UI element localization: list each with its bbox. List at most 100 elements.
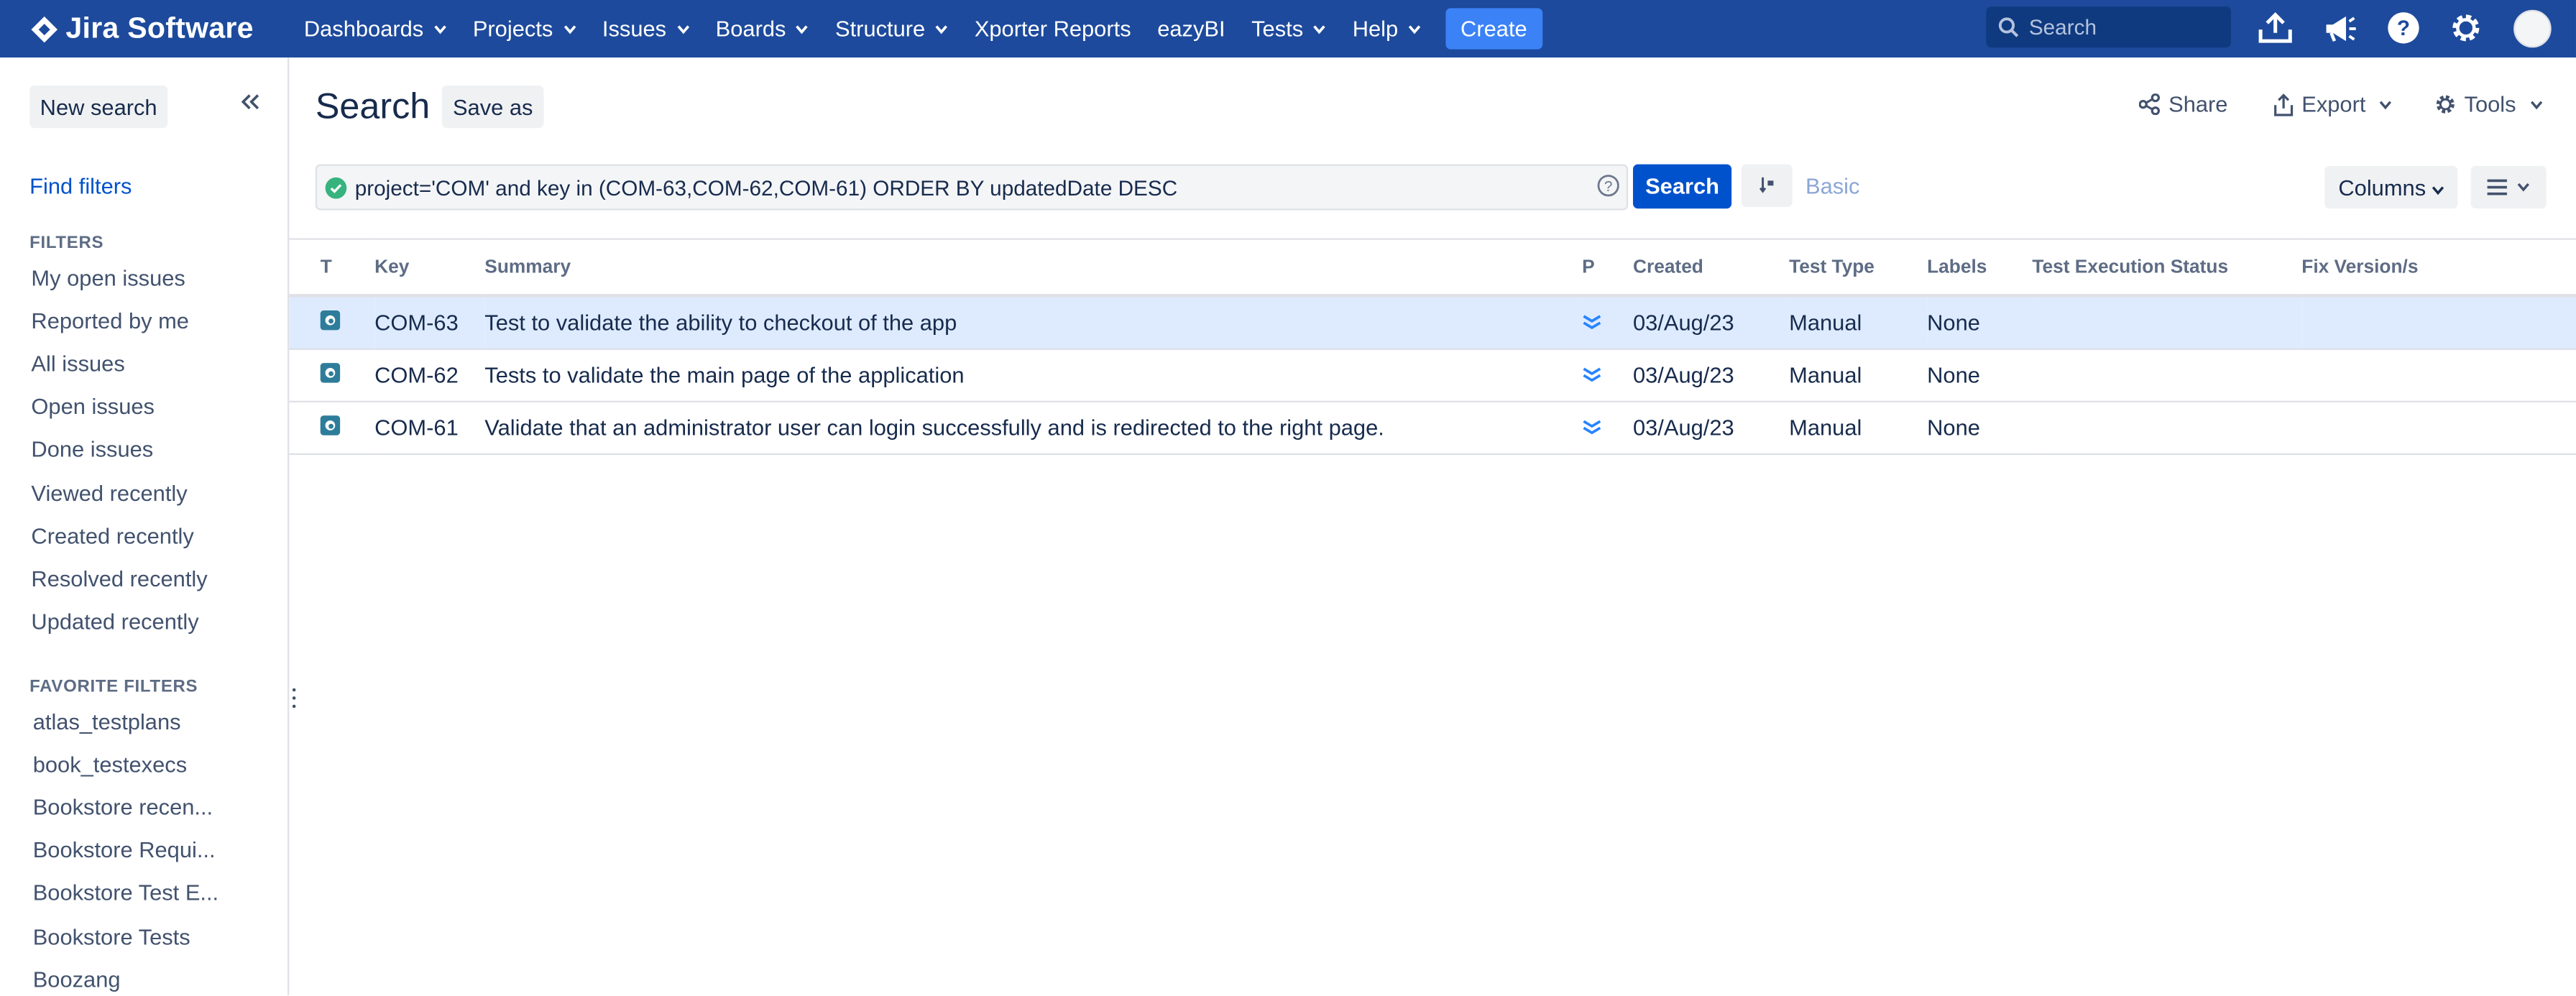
layout-switcher-button[interactable] bbox=[2470, 165, 2547, 209]
nav-tests[interactable]: Tests bbox=[1243, 17, 1335, 41]
filter-item[interactable]: Reported by me bbox=[31, 309, 189, 333]
save-as-button[interactable]: Save as bbox=[441, 85, 544, 129]
favorite-filter-item[interactable]: Bookstore Requi... bbox=[33, 838, 216, 862]
column-header-labels[interactable]: Labels bbox=[1927, 238, 2033, 298]
chevron-down-icon bbox=[2431, 186, 2444, 195]
chevron-down-icon bbox=[1313, 24, 1326, 34]
help-icon: ? bbox=[2388, 12, 2419, 44]
column-header-summary[interactable]: Summary bbox=[484, 238, 1583, 298]
column-header-test-type[interactable]: Test Type bbox=[1789, 238, 1928, 298]
jql-query-text: project='COM' and key in (COM-63,COM-62,… bbox=[354, 175, 1178, 200]
tools-button[interactable]: Tools bbox=[2434, 92, 2550, 116]
chevron-down-icon bbox=[563, 24, 576, 34]
column-header-key[interactable]: Key bbox=[374, 238, 485, 298]
labels-cell: None bbox=[1927, 295, 2033, 350]
issue-summary-link[interactable]: Test to validate the ability to checkout… bbox=[484, 295, 1583, 350]
issue-key-link[interactable]: COM-63 bbox=[374, 295, 485, 350]
table-row[interactable]: COM-61 Validate that an administrator us… bbox=[289, 401, 2576, 456]
column-header-test-execution-status[interactable]: Test Execution Status bbox=[2032, 238, 2302, 298]
priority-lowest-icon bbox=[1583, 420, 1601, 435]
jira-logo-icon bbox=[31, 15, 58, 42]
new-search-button[interactable]: New search bbox=[29, 85, 168, 129]
nav-label: Xporter Reports bbox=[974, 16, 1131, 42]
favorite-filter-item[interactable]: Bookstore Test E... bbox=[33, 880, 218, 905]
filter-item[interactable]: Done issues bbox=[31, 437, 153, 461]
table-row[interactable]: COM-63 Test to validate the ability to c… bbox=[289, 295, 2576, 350]
nav-xporter-reports[interactable]: Xporter Reports bbox=[966, 17, 1139, 41]
gear-icon bbox=[2452, 14, 2480, 42]
main-nav: Dashboards Projects Issues Boards Struct… bbox=[295, 0, 1542, 57]
issue-key-link[interactable]: COM-61 bbox=[374, 401, 485, 456]
chevron-down-icon bbox=[2379, 100, 2392, 109]
labels-cell: None bbox=[1927, 401, 2033, 456]
tools-label: Tools bbox=[2464, 91, 2516, 117]
nav-projects[interactable]: Projects bbox=[464, 17, 584, 41]
settings-button[interactable] bbox=[2444, 8, 2487, 47]
created-cell: 03/Aug/23 bbox=[1632, 295, 1790, 350]
global-search-input[interactable]: Search bbox=[1986, 6, 2231, 48]
nav-boards[interactable]: Boards bbox=[707, 17, 817, 41]
upload-button[interactable] bbox=[2254, 8, 2296, 47]
avatar[interactable] bbox=[2513, 9, 2552, 48]
column-header-created[interactable]: Created bbox=[1632, 238, 1790, 298]
chevron-down-icon bbox=[433, 24, 446, 34]
share-button[interactable]: Share bbox=[2138, 92, 2227, 116]
search-button[interactable]: Search bbox=[1632, 164, 1732, 209]
test-issue-icon bbox=[320, 310, 341, 331]
column-header-type[interactable]: T bbox=[289, 238, 375, 298]
issue-type-cell bbox=[289, 349, 375, 402]
jira-logo[interactable]: Jira Software bbox=[29, 11, 254, 46]
nav-label: Issues bbox=[602, 16, 667, 42]
chevron-down-icon bbox=[1408, 24, 1421, 34]
favorite-filter-item[interactable]: book_testexecs bbox=[33, 752, 187, 777]
switch-view-button[interactable] bbox=[1741, 164, 1793, 207]
jql-query-input[interactable]: project='COM' and key in (COM-63,COM-62,… bbox=[315, 164, 1629, 211]
nav-eazybi[interactable]: eazyBI bbox=[1149, 17, 1233, 41]
filter-item[interactable]: All issues bbox=[31, 351, 124, 376]
sidebar: New search Find filters FILTERS My open … bbox=[0, 57, 290, 996]
filter-item[interactable]: Resolved recently bbox=[31, 567, 207, 591]
collapse-icon[interactable] bbox=[240, 93, 259, 110]
favorite-filter-item[interactable]: Bookstore recen... bbox=[33, 795, 213, 819]
favorite-filter-item[interactable]: Bookstore Tests bbox=[33, 925, 190, 949]
export-label: Export bbox=[2301, 91, 2366, 117]
notifications-button[interactable] bbox=[2318, 8, 2360, 47]
priority-cell bbox=[1582, 349, 1633, 402]
search-placeholder: Search bbox=[2028, 14, 2097, 40]
issue-type-cell bbox=[289, 401, 375, 456]
column-header-fix-versions[interactable]: Fix Version/s bbox=[2301, 238, 2576, 298]
columns-button[interactable]: Columns bbox=[2324, 165, 2458, 209]
switch-view-icon bbox=[1758, 177, 1773, 193]
table-row[interactable]: COM-62 Tests to validate the main page o… bbox=[289, 349, 2576, 402]
page-title: Search bbox=[315, 85, 431, 126]
filter-item[interactable]: My open issues bbox=[31, 266, 185, 290]
basic-search-link[interactable]: Basic bbox=[1806, 174, 1859, 198]
nav-label: Dashboards bbox=[303, 16, 424, 42]
filter-item[interactable]: Viewed recently bbox=[31, 481, 187, 506]
filter-item[interactable]: Open issues bbox=[31, 395, 155, 419]
issue-summary-link[interactable]: Validate that an administrator user can … bbox=[484, 401, 1583, 456]
nav-structure[interactable]: Structure bbox=[827, 17, 957, 41]
filter-item[interactable]: Created recently bbox=[31, 524, 193, 548]
create-button[interactable]: Create bbox=[1445, 8, 1542, 50]
question-circle-icon[interactable]: ? bbox=[1597, 174, 1620, 197]
nav-dashboards[interactable]: Dashboards bbox=[295, 17, 454, 41]
filter-item[interactable]: Updated recently bbox=[31, 609, 198, 634]
nav-label: Tests bbox=[1251, 16, 1304, 42]
nav-label: Help bbox=[1352, 16, 1399, 42]
test-type-cell: Manual bbox=[1789, 349, 1928, 402]
nav-label: Structure bbox=[835, 16, 926, 42]
favorite-filter-item[interactable]: atlas_testplans bbox=[33, 709, 181, 734]
find-filters-link[interactable]: Find filters bbox=[29, 174, 132, 198]
nav-issues[interactable]: Issues bbox=[594, 17, 697, 41]
test-execution-status-cell bbox=[2032, 349, 2302, 402]
favorite-filters-heading: FAVORITE FILTERS bbox=[29, 676, 198, 697]
favorite-filter-item[interactable]: Boozang bbox=[33, 967, 121, 992]
issue-key-link[interactable]: COM-62 bbox=[374, 349, 485, 402]
issue-summary-link[interactable]: Tests to validate the main page of the a… bbox=[484, 349, 1583, 402]
column-header-priority[interactable]: P bbox=[1582, 238, 1633, 298]
nav-help[interactable]: Help bbox=[1344, 17, 1429, 41]
export-button[interactable]: Export bbox=[2273, 92, 2400, 116]
help-button[interactable]: ? bbox=[2382, 8, 2424, 47]
test-type-cell: Manual bbox=[1789, 295, 1928, 350]
